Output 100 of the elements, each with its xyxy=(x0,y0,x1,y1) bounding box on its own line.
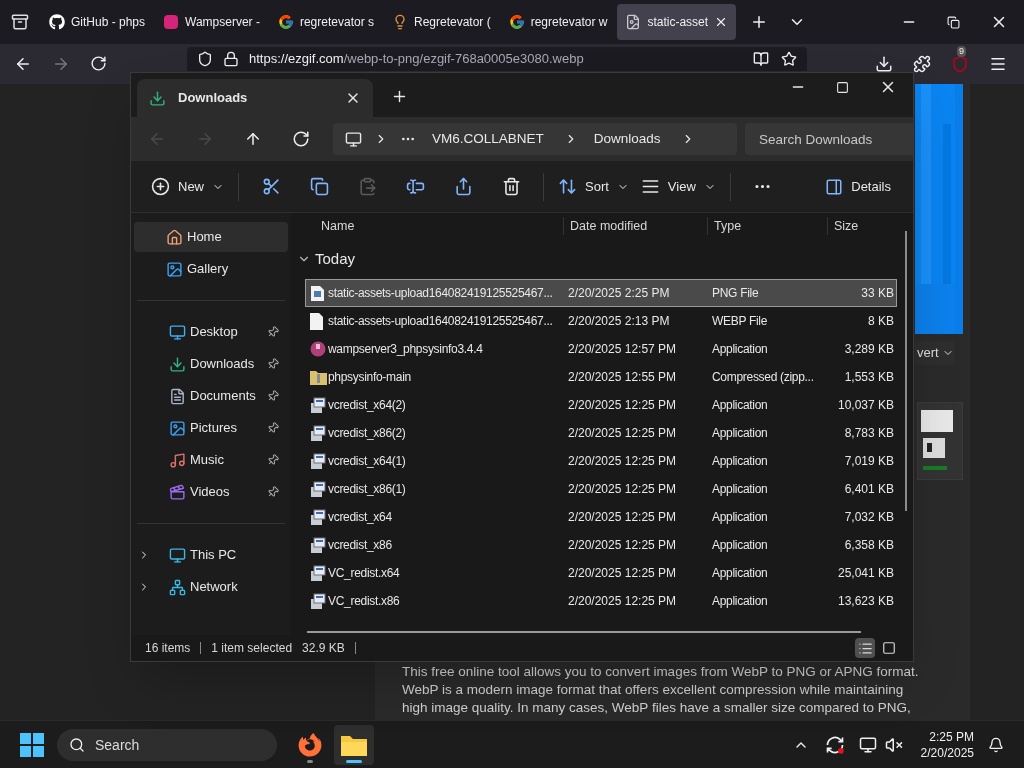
up-icon[interactable] xyxy=(244,130,262,148)
sidebar-item[interactable]: Pictures xyxy=(137,413,285,443)
reader-view-icon[interactable] xyxy=(753,51,769,67)
column-header[interactable]: Date modified xyxy=(563,216,707,236)
group-header: Today xyxy=(315,248,356,269)
sidebar-item[interactable]: This PC xyxy=(137,540,285,570)
sidebar-item[interactable]: Gallery xyxy=(134,254,288,284)
installer-icon xyxy=(310,592,326,610)
restore-icon[interactable] xyxy=(947,15,960,29)
search-field[interactable]: Search Downloads xyxy=(745,123,913,155)
browser-tab[interactable]: GitHub - phps xyxy=(41,4,154,40)
sidebar-item[interactable]: Videos xyxy=(137,477,285,507)
size-cell-text: 6,358 KB xyxy=(843,537,895,554)
type-cell-text: WEBP File xyxy=(712,313,769,330)
file-row[interactable]: vcredist_x64 2/20/2025 12:25 PM Application 7,032 KB xyxy=(305,503,897,531)
sidebar-item[interactable]: Documents xyxy=(137,381,285,411)
extensions-icon[interactable] xyxy=(913,55,931,73)
sidebar-item[interactable]: Downloads xyxy=(137,349,285,379)
column-header[interactable]: Type xyxy=(707,216,827,236)
breadcrumb-item[interactable]: VM6.COLLABNET xyxy=(432,128,544,150)
back-icon[interactable] xyxy=(14,55,32,73)
description-paragraph: This free online tool allows you to convert images from WebP to PNG or APNG format. WebP is a modern image format that offers excellent compression while maintaining high image quality. In many cases, WebP files have a smaller size compared to PNG, xyxy=(402,663,919,717)
file-row[interactable]: phpsysinfo-main 2/20/2025 12:55 PM Compressed (zipp... 1,553 KB xyxy=(305,363,897,391)
file-row[interactable]: VC_redist.x64 2/20/2025 12:25 PM Application 25,041 KB xyxy=(305,559,897,587)
computer-icon xyxy=(169,546,186,564)
taskbar-search-field[interactable]: Search xyxy=(57,728,277,761)
forward-icon[interactable] xyxy=(52,55,70,73)
network-icon[interactable] xyxy=(858,735,877,754)
sidebar-item[interactable]: Network xyxy=(137,572,285,602)
browser-tab[interactable]: regretevator s xyxy=(269,4,382,40)
sync-icon[interactable] xyxy=(824,734,845,755)
file-row[interactable]: vcredist_x86(2) 2/20/2025 12:25 PM Application 8,783 KB xyxy=(305,419,897,447)
vertical-scrollbar[interactable] xyxy=(905,231,907,511)
menu-icon[interactable] xyxy=(989,55,1007,73)
browser-tab[interactable]: static-asset xyxy=(617,4,737,40)
size-cell-text: 7,019 KB xyxy=(843,453,895,470)
details-button[interactable]: Details xyxy=(817,169,899,204)
maximize-icon[interactable] xyxy=(836,80,849,94)
file-row[interactable]: vcredist_x86(1) 2/20/2025 12:25 PM Application 6,401 KB xyxy=(305,475,897,503)
start-icon[interactable] xyxy=(20,732,44,757)
browser-tab[interactable]: Wampserver - xyxy=(155,4,268,40)
view-button[interactable]: View xyxy=(634,169,722,204)
sidebar-item[interactable]: Desktop xyxy=(137,317,285,347)
desktop-icon xyxy=(169,323,186,341)
file-row[interactable]: vcredist_x86 2/20/2025 12:25 PM Application 6,358 KB xyxy=(305,531,897,559)
file-name: vcredist_x86(1) xyxy=(328,481,407,498)
file-row[interactable]: static-assets-upload164082419125525467... 2/20/2025 2:25 PM PNG File 33 KB xyxy=(305,279,897,307)
rename-icon[interactable] xyxy=(405,177,425,196)
tiles-view-icon[interactable] xyxy=(882,641,896,655)
notification-icon[interactable] xyxy=(988,736,1004,753)
explorer-taskbar-button[interactable] xyxy=(334,724,374,765)
new-button[interactable]: New xyxy=(145,169,230,204)
trash-icon[interactable] xyxy=(501,177,521,196)
file-row[interactable]: wampserver3_phpsysinfo3.4.4 2/20/2025 12:57 PM Application 3,289 KB xyxy=(305,335,897,363)
file-name: vcredist_x86(2) xyxy=(328,425,407,442)
browser-tab[interactable]: Regretevator ( xyxy=(384,4,499,40)
column-header[interactable]: Size xyxy=(827,216,897,236)
share-icon[interactable] xyxy=(453,177,473,196)
file-row[interactable]: static-assets-upload164082419125525467... 2/20/2025 2:13 PM WEBP File 8 KB xyxy=(305,307,897,335)
browser-tab[interactable]: regretevator w xyxy=(500,4,616,40)
file-name: vcredist_x64(1) xyxy=(328,453,407,470)
size-cell-text: 10,037 KB xyxy=(836,397,895,414)
cut-icon[interactable] xyxy=(261,177,281,196)
badge: 9 xyxy=(957,46,966,57)
reload-icon[interactable] xyxy=(90,55,107,72)
file-name: phpsysinfo-main xyxy=(328,369,412,386)
sidebar-item[interactable]: Music xyxy=(137,445,285,475)
file-row[interactable]: vcredist_x64(2) 2/20/2025 12:25 PM Application 10,037 KB xyxy=(305,391,897,419)
app-icon xyxy=(163,14,180,30)
new-tab-icon[interactable] xyxy=(391,88,408,105)
google-icon xyxy=(277,14,294,30)
refresh-icon[interactable] xyxy=(292,130,310,148)
explorer-tab[interactable]: Downloads xyxy=(137,79,373,117)
tab-list-icon[interactable] xyxy=(11,13,29,31)
tab-title: Downloads xyxy=(178,89,249,108)
horizontal-scrollbar[interactable] xyxy=(307,631,861,633)
google-icon xyxy=(508,14,525,30)
bookmark-icon[interactable] xyxy=(781,51,797,67)
file-row[interactable]: vcredist_x64(1) 2/20/2025 12:25 PM Application 7,019 KB xyxy=(305,447,897,475)
type-cell-text: Application xyxy=(712,453,769,470)
copy-icon[interactable] xyxy=(309,177,329,196)
clock-date[interactable]: 2/20/2025 xyxy=(920,744,974,761)
github-icon xyxy=(49,14,65,30)
column-header[interactable]: Name xyxy=(291,216,563,236)
list-view-icon[interactable] xyxy=(857,640,873,656)
image-file-icon xyxy=(625,14,642,30)
volume-icon[interactable] xyxy=(884,735,903,754)
type-cell-text: PNG File xyxy=(712,285,760,302)
url-bar[interactable]: https://ezgif.com/webp-to-png/ezgif-768a0005e3080.webp xyxy=(187,47,807,71)
file-row[interactable]: VC_redist.x86 2/20/2025 12:25 PM Application 13,623 KB xyxy=(305,587,897,615)
item-count: 16 items xyxy=(145,640,191,657)
type-cell-text: Application xyxy=(712,425,769,442)
download-icon[interactable] xyxy=(875,55,893,73)
address-bar[interactable]: VM6.COLLABNET Downloads xyxy=(333,123,737,155)
convert-button[interactable]: vert xyxy=(915,341,955,365)
clock-time[interactable]: 2:25 PM xyxy=(929,728,974,745)
breadcrumb-item[interactable]: Downloads xyxy=(593,128,661,150)
date-cell-text: 2/20/2025 12:25 PM xyxy=(568,453,678,470)
sidebar-item[interactable]: Home xyxy=(134,222,288,252)
sort-button[interactable]: Sort xyxy=(552,169,635,204)
